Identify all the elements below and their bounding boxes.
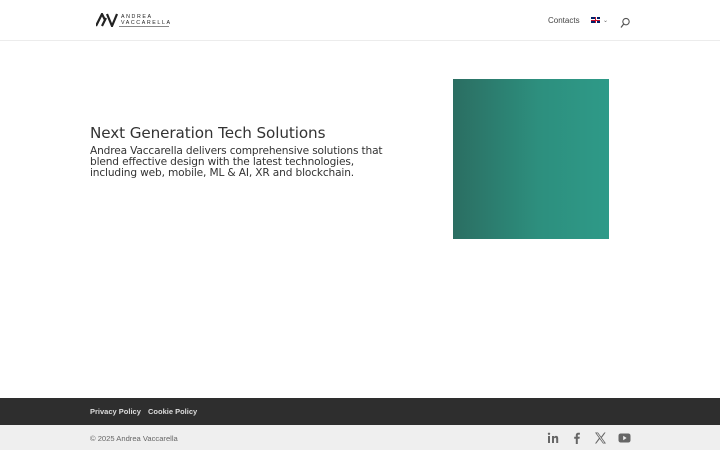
facebook-link[interactable] [570,431,584,445]
copyright-text: © 2025 Andrea Vaccarella [90,434,178,443]
nav-contacts-link[interactable]: Contacts [548,14,580,26]
logo-text: ANDREA VACCARELLA [121,14,172,26]
hero-description: Andrea Vaccarella delivers comprehensive… [90,145,383,179]
x-link[interactable] [593,431,607,445]
logo-mark-icon [96,13,118,27]
footer-bottom-bar: © 2025 Andrea Vaccarella [0,425,720,450]
cookie-policy-link[interactable]: Cookie Policy [148,407,197,416]
youtube-icon [618,433,630,443]
site-logo[interactable]: ANDREA VACCARELLA [96,11,172,29]
uk-flag-icon [591,17,600,23]
search-button[interactable] [619,14,631,28]
chevron-down-icon: ⌄ [603,16,609,24]
site-header: ANDREA VACCARELLA Contacts ⌄ [0,0,720,41]
language-switcher[interactable]: ⌄ [591,14,608,26]
facebook-icon [574,432,580,444]
linkedin-icon [547,432,559,443]
x-icon [594,432,606,444]
hero-image [453,79,609,239]
hero-title: Next Generation Tech Solutions [90,124,326,142]
youtube-link[interactable] [617,431,631,445]
linkedin-link[interactable] [546,431,560,445]
privacy-policy-link[interactable]: Privacy Policy [90,407,141,416]
logo-underline [119,25,169,27]
footer-links-bar: Privacy Policy Cookie Policy [0,398,720,425]
search-icon [620,17,630,28]
